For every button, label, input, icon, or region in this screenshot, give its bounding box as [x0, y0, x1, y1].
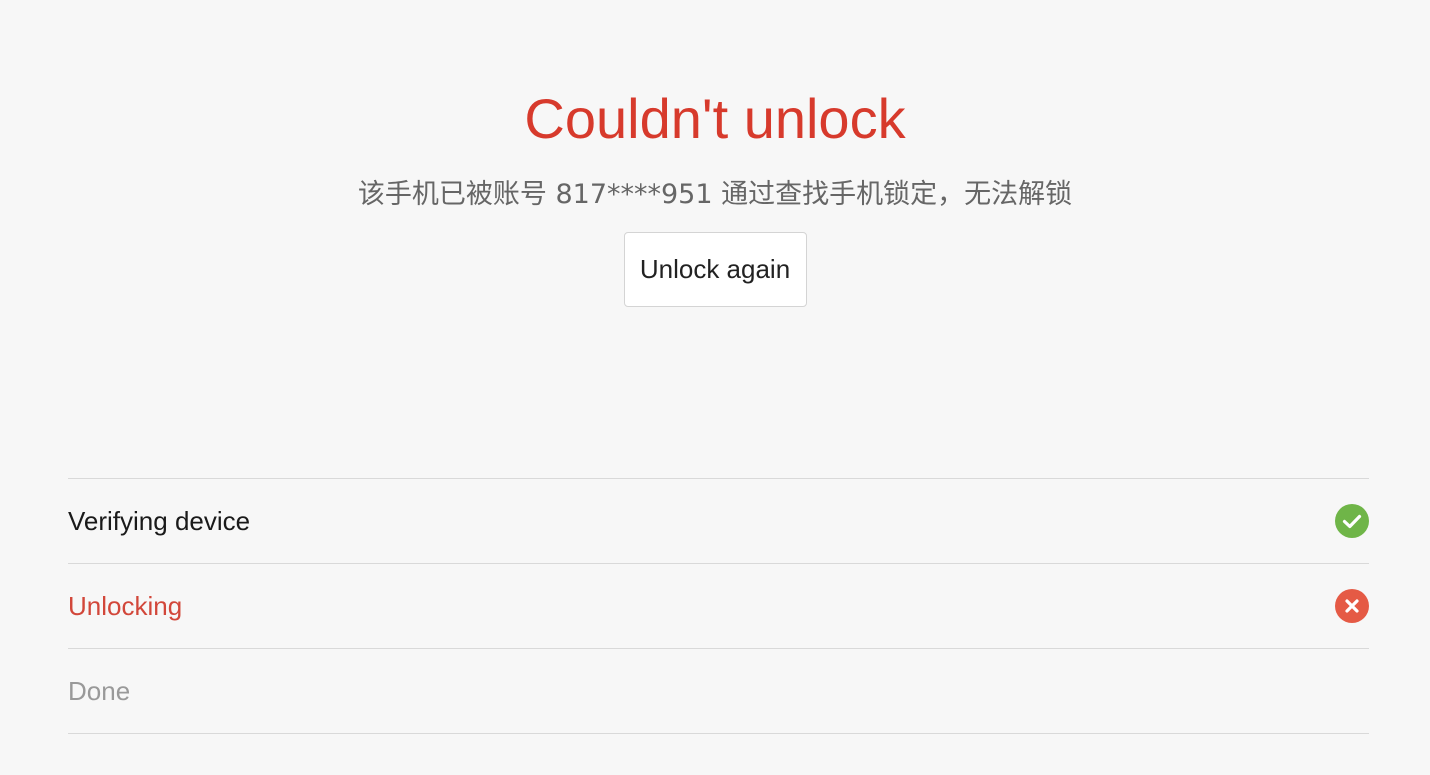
step-label: Done [68, 675, 131, 706]
lock-message: 该手机已被账号 817****951 通过查找手机锁定，无法解锁 [357, 179, 1073, 210]
check-circle-icon [1335, 504, 1369, 538]
step-done: Done [68, 649, 1369, 734]
button-container: Unlock again [0, 232, 1430, 307]
x-circle-icon [1335, 589, 1369, 623]
step-verifying-device: Verifying device [68, 479, 1369, 564]
page-title: Couldn't unlock [524, 87, 906, 150]
step-unlocking: Unlocking [68, 564, 1369, 649]
step-label: Unlocking [68, 590, 183, 621]
unlock-again-button[interactable]: Unlock again [623, 232, 807, 307]
step-label: Verifying device [68, 505, 251, 536]
unlock-result-page: Couldn't unlock 该手机已被账号 817****951 通过查找手… [0, 0, 1430, 775]
progress-steps: Verifying device Unlocking Done [68, 478, 1369, 734]
